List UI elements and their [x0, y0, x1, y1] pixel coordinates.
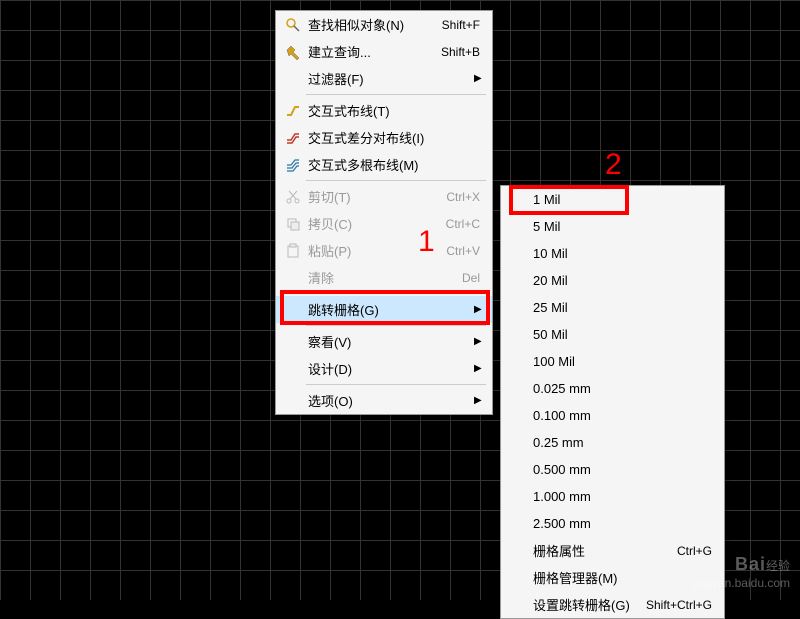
annotation-label-1: 1 [418, 225, 435, 259]
submenu-item-0500mm[interactable]: 0.500 mm [501, 456, 724, 483]
submenu-item-2500mm[interactable]: 2.500 mm [501, 510, 724, 537]
search-icon [280, 17, 306, 33]
menu-item-cut[interactable]: 剪切(T) Ctrl+X [276, 183, 492, 210]
separator [306, 94, 486, 95]
submenu-item-5mil[interactable]: 5 Mil [501, 213, 724, 240]
menu-item-paste[interactable]: 粘贴(P) Ctrl+V [276, 237, 492, 264]
route-icon [280, 103, 306, 119]
submenu-item-10mil[interactable]: 10 Mil [501, 240, 724, 267]
menu-item-build-query[interactable]: 建立查询... Shift+B [276, 38, 492, 65]
route-multi-icon [280, 157, 306, 173]
chevron-right-icon: ▶ [474, 336, 484, 347]
separator [306, 180, 486, 181]
menu-item-find-similar[interactable]: 查找相似对象(N) Shift+F [276, 11, 492, 38]
submenu-item-grid-manager[interactable]: 栅格管理器(M) [501, 564, 724, 591]
submenu-item-set-snap-grid[interactable]: 设置跳转栅格(G)Shift+Ctrl+G [501, 591, 724, 618]
submenu-item-0025mm[interactable]: 0.025 mm [501, 375, 724, 402]
menu-item-view[interactable]: 察看(V) ▶ [276, 328, 492, 355]
annotation-label-2: 2 [605, 148, 622, 182]
submenu-item-20mil[interactable]: 20 Mil [501, 267, 724, 294]
chevron-right-icon: ▶ [474, 395, 484, 406]
separator [306, 293, 486, 294]
chevron-right-icon: ▶ [474, 304, 484, 315]
separator [306, 384, 486, 385]
submenu-snap-grid: 1 Mil 5 Mil 10 Mil 20 Mil 25 Mil 50 Mil … [500, 185, 725, 619]
menu-item-filter[interactable]: 过滤器(F) ▶ [276, 65, 492, 92]
paste-icon [280, 243, 306, 259]
menu-item-copy[interactable]: 拷贝(C) Ctrl+C [276, 210, 492, 237]
submenu-item-1mil[interactable]: 1 Mil [501, 186, 724, 213]
submenu-item-0100mm[interactable]: 0.100 mm [501, 402, 724, 429]
menu-item-design[interactable]: 设计(D) ▶ [276, 355, 492, 382]
submenu-item-grid-props[interactable]: 栅格属性Ctrl+G [501, 537, 724, 564]
context-menu: 查找相似对象(N) Shift+F 建立查询... Shift+B 过滤器(F)… [275, 10, 493, 415]
separator [306, 325, 486, 326]
watermark: Bai经验 jingyan.baidu.com [693, 553, 790, 592]
menu-item-interactive-route[interactable]: 交互式布线(T) [276, 97, 492, 124]
submenu-item-50mil[interactable]: 50 Mil [501, 321, 724, 348]
cut-icon [280, 189, 306, 205]
route-diff-icon [280, 130, 306, 146]
submenu-item-025mm[interactable]: 0.25 mm [501, 429, 724, 456]
menu-item-options[interactable]: 选项(O) ▶ [276, 387, 492, 414]
submenu-item-1000mm[interactable]: 1.000 mm [501, 483, 724, 510]
menu-item-diff-pair-route[interactable]: 交互式差分对布线(I) [276, 124, 492, 151]
hammer-icon [280, 44, 306, 60]
menu-item-multi-route[interactable]: 交互式多根布线(M) [276, 151, 492, 178]
chevron-right-icon: ▶ [474, 73, 484, 84]
submenu-item-25mil[interactable]: 25 Mil [501, 294, 724, 321]
chevron-right-icon: ▶ [474, 363, 484, 374]
menu-item-snap-grid[interactable]: 跳转栅格(G) ▶ [276, 296, 492, 323]
menu-item-clear[interactable]: 清除 Del [276, 264, 492, 291]
submenu-item-100mil[interactable]: 100 Mil [501, 348, 724, 375]
copy-icon [280, 216, 306, 232]
